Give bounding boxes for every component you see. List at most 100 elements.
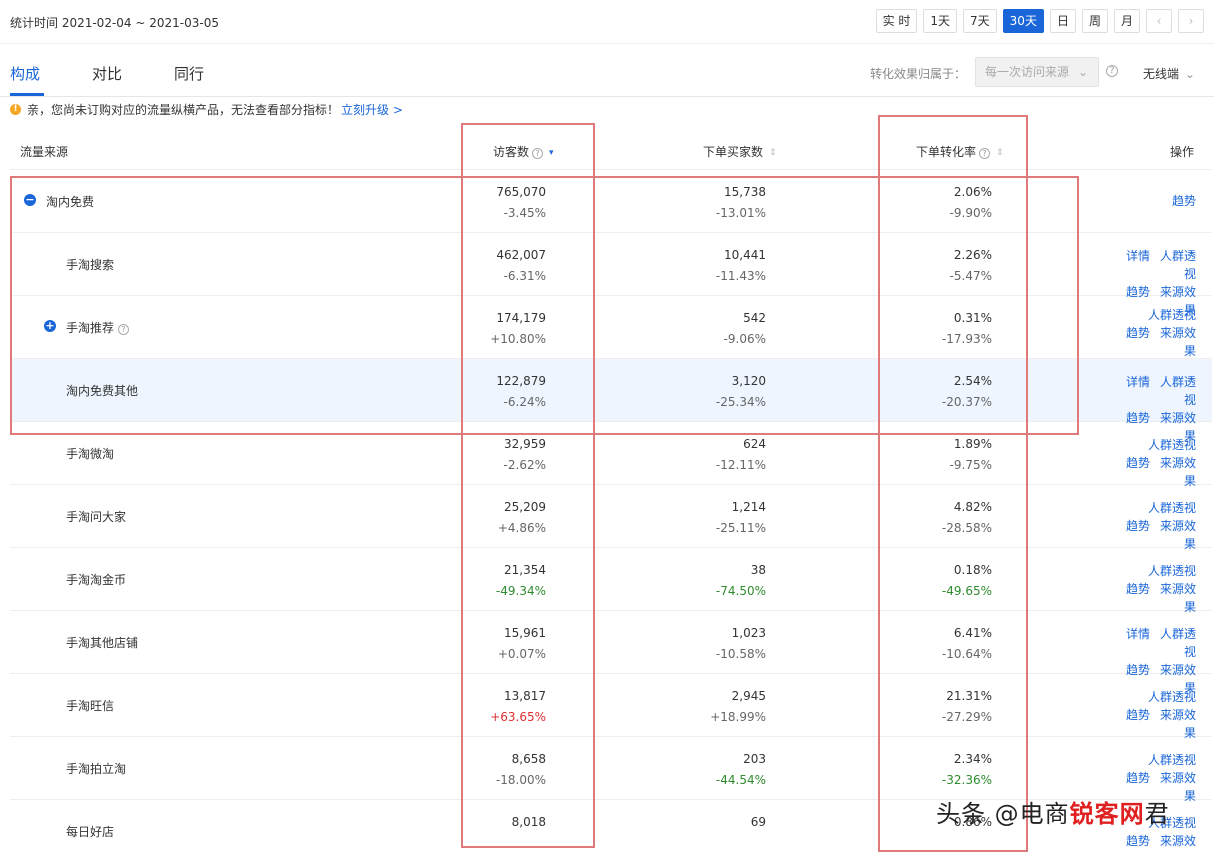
period-week-button[interactable]: 周 bbox=[1081, 9, 1108, 33]
row-actions: 人群透视趋势来源效果 bbox=[1096, 688, 1196, 742]
conversion-attribution-value: 每一次访问来源 bbox=[985, 65, 1070, 79]
source-effect-link[interactable]: 来源效果 bbox=[1160, 519, 1196, 551]
crowd-insight-link[interactable]: 人群透视 bbox=[1148, 308, 1196, 322]
source-effect-link[interactable]: 来源效果 bbox=[1160, 708, 1196, 740]
conv-rate-cell: 4.82% -28.58% bbox=[941, 500, 992, 535]
buyers-cell: 69 bbox=[750, 815, 766, 829]
conversion-attribution-label: 转化效果归属于： bbox=[870, 67, 967, 81]
table-row: + 手淘推荐? 174,179 +10.80% 542 -9.06% 0.31% -17.93… bbox=[10, 296, 1212, 379]
table-row: 手淘拍立淘 8,658 -18.00% 203 -44.54% 2.34% -32.36% 人… bbox=[10, 737, 1212, 803]
chevron-down-icon: ⌄ bbox=[1077, 65, 1088, 79]
source-effect-link[interactable]: 来源效果 bbox=[1160, 582, 1196, 614]
tab-compare[interactable]: 对比 bbox=[92, 63, 122, 84]
header-visitors[interactable]: 访客数? ▾ bbox=[493, 143, 554, 160]
trend-link[interactable]: 趋势 bbox=[1126, 582, 1150, 596]
chevron-left-icon[interactable]: ‹ bbox=[1146, 9, 1172, 33]
sort-icon[interactable]: ⇕ bbox=[769, 149, 777, 158]
source-name: 手淘其他店铺 bbox=[66, 636, 139, 650]
chevron-down-icon: ⌄ bbox=[1185, 67, 1196, 81]
expand-icon[interactable]: + bbox=[44, 320, 56, 332]
collapse-icon[interactable]: − bbox=[24, 194, 36, 206]
table-row: − 淘内免费 765,070 -3.45% 15,738 -13.01% 2.06% -9.9… bbox=[10, 170, 1212, 233]
source-name: 手淘搜索 bbox=[66, 258, 115, 272]
visitors-cell: 25,209 +4.86% bbox=[497, 500, 546, 535]
source-name: 手淘拍立淘 bbox=[66, 762, 127, 776]
crowd-insight-link[interactable]: 人群透视 bbox=[1160, 627, 1196, 659]
visitors-cell: 15,961 +0.07% bbox=[497, 626, 546, 661]
crowd-insight-link[interactable]: 人群透视 bbox=[1148, 753, 1196, 767]
period-realtime-button[interactable]: 实 时 bbox=[875, 9, 918, 33]
header-buyers[interactable]: 下单买家数 ⇕ bbox=[703, 143, 777, 160]
trend-link[interactable]: 趋势 bbox=[1126, 326, 1150, 340]
header-conv-rate[interactable]: 下单转化率? ⇕ bbox=[916, 143, 1004, 160]
help-icon[interactable]: ? bbox=[532, 148, 544, 159]
conversion-attribution-select[interactable]: 每一次访问来源 ⌄ bbox=[975, 57, 1099, 87]
buyers-cell: 2,945 +18.99% bbox=[710, 689, 766, 724]
period-day-button[interactable]: 日 bbox=[1049, 9, 1076, 33]
header-source: 流量来源 bbox=[20, 145, 69, 159]
active-tab-indicator bbox=[10, 93, 44, 96]
period-month-button[interactable]: 月 bbox=[1113, 9, 1140, 33]
trend-link[interactable]: 趋势 bbox=[1126, 456, 1150, 470]
help-icon[interactable]: ? bbox=[1106, 65, 1118, 77]
crowd-insight-link[interactable]: 人群透视 bbox=[1148, 438, 1196, 452]
period-7day-button[interactable]: 7天 bbox=[963, 9, 997, 33]
device-select[interactable]: 无线端 ⌄ bbox=[1143, 65, 1195, 82]
tab-composition[interactable]: 构成 bbox=[10, 63, 40, 84]
row-actions: 人群透视趋势来源效果 bbox=[1096, 436, 1196, 490]
source-name: 手淘旺信 bbox=[66, 699, 115, 713]
trend-link[interactable]: 趋势 bbox=[1126, 708, 1150, 722]
source-name: 手淘推荐? bbox=[66, 319, 130, 336]
table-row: 手淘其他店铺 15,961 +0.07% 1,023 -10.58% 6.41% -10.6… bbox=[10, 611, 1212, 695]
traffic-source-table: 流量来源 访客数? ▾ 下单买家数 ⇕ 下单转化率? ⇕ 操作 − 淘内免费 765,07… bbox=[10, 128, 1212, 853]
conv-rate-cell: 21.31% -27.29% bbox=[941, 689, 992, 724]
row-actions: 人群透视趋势来源效果 bbox=[1096, 499, 1196, 553]
trend-link[interactable]: 趋势 bbox=[1126, 771, 1150, 785]
sort-icon[interactable]: ⇕ bbox=[996, 149, 1004, 158]
detail-link[interactable]: 详情 bbox=[1126, 627, 1150, 641]
detail-link[interactable]: 详情 bbox=[1126, 375, 1150, 389]
visitors-cell: 122,879 -6.24% bbox=[496, 374, 546, 409]
help-icon[interactable]: ? bbox=[118, 324, 130, 335]
crowd-insight-link[interactable]: 人群透视 bbox=[1148, 690, 1196, 704]
period-30day-button[interactable]: 30天 bbox=[1002, 9, 1044, 33]
trend-link[interactable]: 趋势 bbox=[1172, 194, 1196, 208]
visitors-cell: 8,018 bbox=[511, 815, 546, 829]
header-ops: 操作 bbox=[1169, 145, 1194, 159]
period-1day-button[interactable]: 1天 bbox=[923, 9, 958, 33]
buyers-cell: 203 -44.54% bbox=[715, 752, 766, 787]
tab-peers[interactable]: 同行 bbox=[174, 63, 204, 84]
top-bar: 统计时间 2021-02-04 ~ 2021-03-05 实 时 1天 7天 3… bbox=[0, 0, 1214, 44]
source-name: 手淘微淘 bbox=[66, 447, 115, 461]
tabs-bar: 构成 对比 同行 转化效果归属于： 每一次访问来源 ⌄ ? 无线端 ⌄ bbox=[0, 45, 1214, 97]
device-value: 无线端 bbox=[1143, 67, 1180, 81]
table-row: 手淘旺信 13,817 +63.65% 2,945 +18.99% 21.31% -27.2… bbox=[10, 674, 1212, 740]
crowd-insight-link[interactable]: 人群透视 bbox=[1148, 501, 1196, 515]
source-name: 每日好店 bbox=[66, 825, 115, 839]
conv-rate-cell: 2.06% -9.90% bbox=[949, 185, 992, 220]
chevron-right-icon[interactable]: › bbox=[1178, 9, 1204, 33]
table-body: − 淘内免费 765,070 -3.45% 15,738 -13.01% 2.06% -9.9… bbox=[10, 170, 1212, 853]
warning-icon: ! bbox=[10, 104, 21, 115]
buyers-cell: 3,120 -25.34% bbox=[715, 374, 766, 409]
detail-link[interactable]: 详情 bbox=[1126, 249, 1150, 263]
buyers-cell: 15,738 -13.01% bbox=[715, 185, 766, 220]
trend-link[interactable]: 趋势 bbox=[1126, 834, 1150, 848]
source-effect-link[interactable]: 来源效果 bbox=[1160, 834, 1196, 853]
source-effect-link[interactable]: 来源效果 bbox=[1160, 326, 1196, 358]
source-effect-link[interactable]: 来源效果 bbox=[1160, 456, 1196, 488]
help-icon[interactable]: ? bbox=[979, 148, 991, 159]
crowd-insight-link[interactable]: 人群透视 bbox=[1148, 564, 1196, 578]
buyers-cell: 10,441 -11.43% bbox=[715, 248, 766, 283]
upgrade-link[interactable]: 立刻升级 > bbox=[341, 101, 403, 118]
period-selector: 实 时 1天 7天 30天 日 周 月 ‹ › bbox=[875, 9, 1204, 33]
conv-rate-cell: 2.54% -20.37% bbox=[941, 374, 992, 409]
sort-desc-icon[interactable]: ▾ bbox=[549, 149, 554, 158]
trend-link[interactable]: 趋势 bbox=[1126, 519, 1150, 533]
crowd-insight-link[interactable]: 人群透视 bbox=[1160, 249, 1196, 281]
buyers-cell: 624 -12.11% bbox=[715, 437, 766, 472]
source-name: 淘内免费其他 bbox=[66, 384, 139, 398]
conv-rate-cell: 2.34% -32.36% bbox=[941, 752, 992, 787]
stat-time: 统计时间 2021-02-04 ~ 2021-03-05 bbox=[10, 16, 219, 30]
crowd-insight-link[interactable]: 人群透视 bbox=[1160, 375, 1196, 407]
